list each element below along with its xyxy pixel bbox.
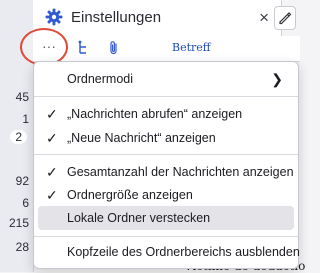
checkmark-icon: ✓ <box>46 164 58 180</box>
folder-count: 28 <box>15 240 29 254</box>
menu-item-hide-local-folders[interactable]: Lokale Ordner verstecken <box>38 206 294 230</box>
menu-separator <box>34 96 298 97</box>
new-tab-button[interactable] <box>274 6 296 30</box>
menu-item-label: „Nachrichten abrufen“ anzeigen <box>67 107 243 121</box>
menu-separator <box>34 154 298 155</box>
folder-count: 2 <box>10 130 27 144</box>
menu-item-show-new-message[interactable]: ✓ „Neue Nachricht“ anzeigen <box>38 126 294 150</box>
folder-count: 1 <box>22 112 29 126</box>
tab-settings[interactable]: Einstellungen × <box>33 0 282 36</box>
folder-count: 92 <box>15 174 29 188</box>
tab-title: Einstellungen <box>71 9 162 26</box>
checkmark-icon: ✓ <box>46 130 58 146</box>
folder-count: 45 <box>15 90 29 104</box>
attachment-column-icon[interactable] <box>108 40 120 61</box>
menu-item-show-get-messages[interactable]: ✓ „Nachrichten abrufen“ anzeigen <box>38 102 294 126</box>
menu-item-show-total-count[interactable]: ✓ Gesamtanzahl der Nachrichten anzeigen <box>38 160 294 184</box>
message-list-header: ··· Betreff <box>33 36 300 62</box>
menu-item-label: Ordnergröße anzeigen <box>67 188 193 202</box>
tab-bar: Einstellungen × <box>33 0 300 37</box>
menu-item-label: Gesamtanzahl der Nachrichten anzeigen <box>67 165 294 179</box>
menu-item-folder-modes[interactable]: Ordnermodi ❯ <box>38 67 294 91</box>
menu-item-label: „Neue Nachricht“ anzeigen <box>67 131 216 145</box>
checkmark-icon: ✓ <box>46 187 58 203</box>
menu-item-label: Kopfzeile des Ordnerbereichs ausblenden <box>67 245 300 259</box>
menu-separator <box>34 236 298 237</box>
menu-item-hide-folder-pane-header[interactable]: Kopfzeile des Ordnerbereichs ausblenden <box>38 240 300 264</box>
close-icon[interactable]: × <box>259 8 269 28</box>
gear-icon <box>45 8 63 26</box>
menu-item-show-folder-size[interactable]: ✓ Ordnergröße anzeigen <box>38 183 294 207</box>
chevron-right-icon: ❯ <box>271 71 283 87</box>
folder-pane-options-menu: Ordnermodi ❯ ✓ „Nachrichten abrufen“ anz… <box>33 61 300 269</box>
subject-column-header[interactable]: Betreff <box>172 41 211 54</box>
checkmark-icon: ✓ <box>46 106 58 122</box>
menu-item-label: Lokale Ordner verstecken <box>67 211 211 225</box>
folder-count: 6 <box>22 196 29 210</box>
folder-count: 215 <box>8 216 29 230</box>
menu-item-label: Ordnermodi <box>67 72 133 86</box>
thread-column-icon[interactable] <box>77 40 89 61</box>
compose-icon <box>279 12 292 25</box>
